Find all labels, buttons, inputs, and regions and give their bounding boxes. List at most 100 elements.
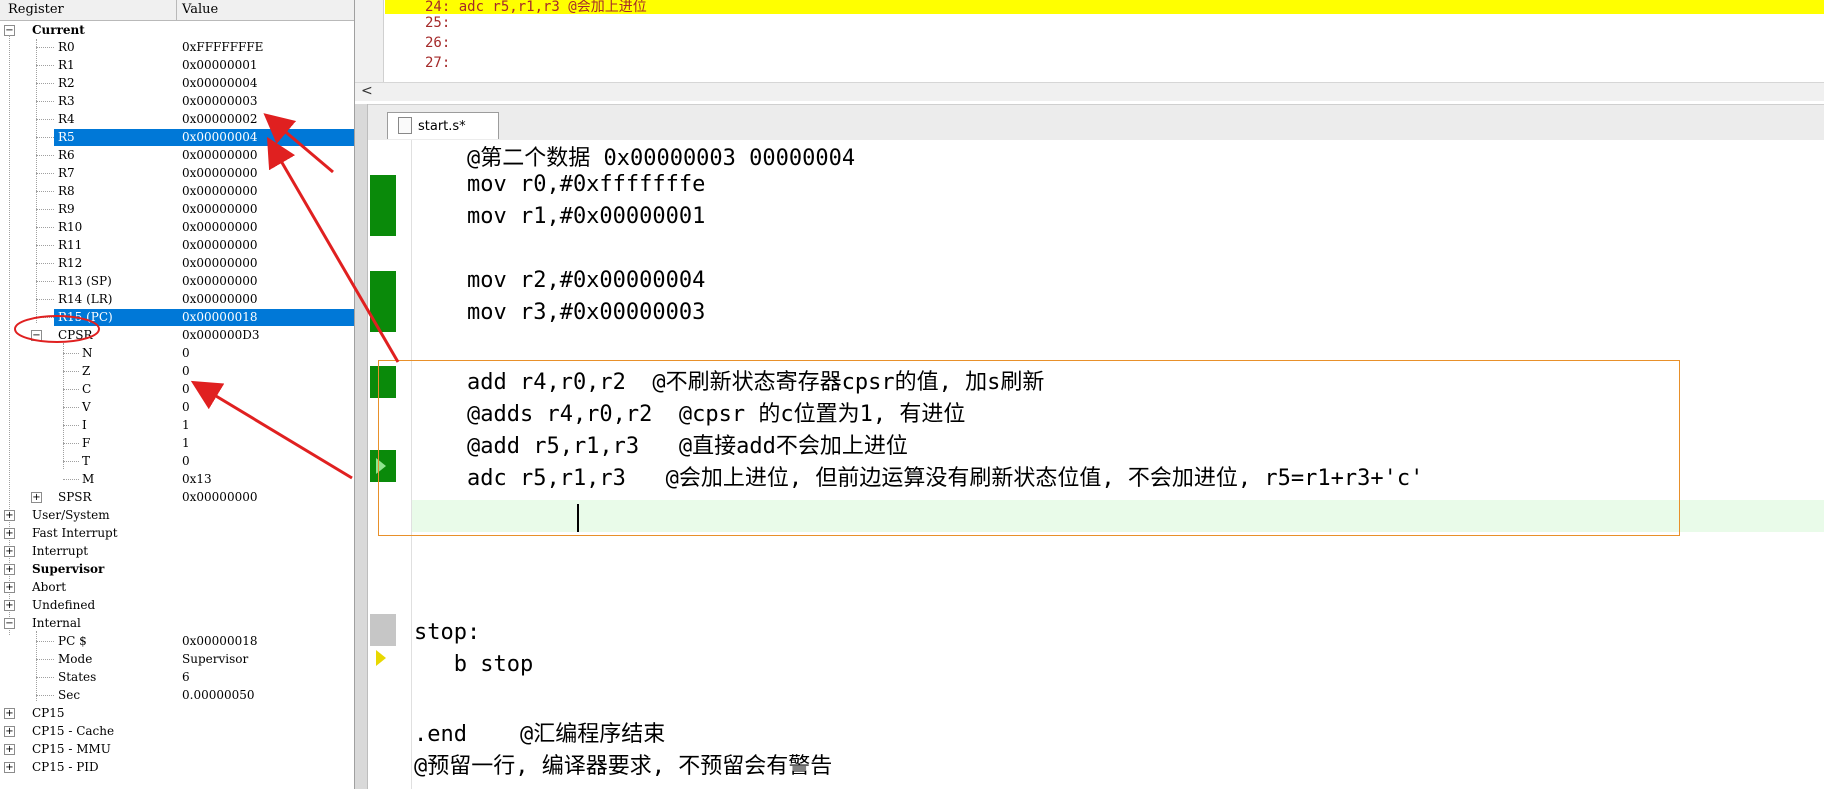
flag-value[interactable]: 0x13 (182, 472, 212, 486)
register-row-r12[interactable]: R12 0x00000000 (0, 255, 354, 272)
register-row-r6[interactable]: R6 0x00000000 (0, 147, 354, 164)
register-value[interactable]: 0x00000004 (182, 130, 257, 144)
tab-start-s[interactable]: start.s* (387, 112, 499, 139)
internal-value[interactable]: 0x00000018 (182, 634, 257, 648)
internal-row-pc[interactable]: PC $ 0x00000018 (0, 633, 354, 650)
register-row-cpsr[interactable]: − CPSR 0x000000D3 (0, 327, 354, 344)
collapse-icon[interactable]: − (4, 618, 15, 629)
expand-icon[interactable]: + (31, 492, 42, 503)
cpsr-flag-row-z[interactable]: Z0 (0, 363, 354, 380)
flag-value[interactable]: 1 (182, 436, 190, 450)
register-row-r0[interactable]: R0 0xFFFFFFFE (0, 39, 354, 56)
register-value[interactable]: 0x00000003 (182, 94, 257, 108)
tree-node-cp15-cache[interactable]: + CP15 - Cache (0, 723, 354, 740)
cpsr-flag-row-m[interactable]: M 0x13 (0, 471, 354, 488)
register-value[interactable]: 0x00000000 (182, 490, 257, 504)
expand-icon[interactable]: + (4, 762, 15, 773)
tree-node-fast-interrupt[interactable]: + Fast Interrupt (0, 525, 354, 542)
register-value[interactable]: 0xFFFFFFFE (182, 40, 263, 54)
disassembly-line[interactable]: 26: (425, 35, 450, 51)
register-value[interactable]: 0x00000002 (182, 112, 257, 126)
tree-node-cp15-pid[interactable]: + CP15 - PID (0, 759, 354, 776)
scroll-left-icon[interactable]: < (361, 83, 373, 99)
register-value[interactable]: 0x00000018 (182, 310, 257, 324)
horizontal-scrollbar[interactable]: < (355, 82, 1824, 101)
register-value[interactable]: 0x00000004 (182, 76, 257, 90)
cpsr-flag-row-t[interactable]: T0 (0, 453, 354, 470)
disassembly-line[interactable]: 24: adc r5,r1,r3 @会加上进位 (425, 0, 647, 16)
register-row-r7[interactable]: R7 0x00000000 (0, 165, 354, 182)
flag-value[interactable]: 0 (182, 346, 190, 360)
internal-value[interactable]: Supervisor (182, 652, 248, 666)
register-value[interactable]: 0x00000000 (182, 256, 257, 270)
register-column-header[interactable]: Register (8, 2, 64, 17)
disassembly-line[interactable]: 27: (425, 55, 450, 71)
expand-icon[interactable]: + (4, 546, 15, 557)
internal-row-sec[interactable]: Sec 0.00000050 (0, 687, 354, 704)
code-line[interactable]: mov r2,#0x00000004 (414, 268, 705, 293)
code-line[interactable]: mov r1,#0x00000001 (414, 204, 705, 229)
register-row-r4[interactable]: R4 0x00000002 (0, 111, 354, 128)
expand-icon[interactable]: + (4, 582, 15, 593)
cpsr-flag-row-f[interactable]: F1 (0, 435, 354, 452)
cpsr-flag-row-n[interactable]: N0 (0, 345, 354, 362)
expand-icon[interactable]: + (4, 564, 15, 575)
flag-value[interactable]: 0 (182, 364, 190, 378)
register-row-r13[interactable]: R13 (SP) 0x00000000 (0, 273, 354, 290)
code-line[interactable]: @预留一行, 编译器要求, 不预留会有警告 (414, 748, 832, 780)
register-row-spsr[interactable]: + SPSR 0x00000000 (0, 489, 354, 506)
expand-icon[interactable]: + (4, 708, 15, 719)
register-value[interactable]: 0x00000000 (182, 184, 257, 198)
column-separator[interactable] (176, 0, 177, 20)
tree-node-cp15[interactable]: + CP15 (0, 705, 354, 722)
register-row-r3[interactable]: R3 0x00000003 (0, 93, 354, 110)
code-line[interactable]: b stop (414, 652, 533, 677)
tree-node-interrupt[interactable]: + Interrupt (0, 543, 354, 560)
register-value[interactable]: 0x00000001 (182, 58, 257, 72)
internal-row-mode[interactable]: Mode Supervisor (0, 651, 354, 668)
expand-icon[interactable]: + (4, 744, 15, 755)
register-row-r1[interactable]: R1 0x00000001 (0, 57, 354, 74)
expand-icon[interactable]: + (4, 510, 15, 521)
tree-node-supervisor[interactable]: + Supervisor (0, 561, 354, 578)
register-row-r11[interactable]: R11 0x00000000 (0, 237, 354, 254)
tree-node-user-system[interactable]: + User/System (0, 507, 354, 524)
cpsr-flag-row-v[interactable]: V0 (0, 399, 354, 416)
register-value[interactable]: 0x000000D3 (182, 328, 259, 342)
register-value[interactable]: 0x00000000 (182, 238, 257, 252)
register-row-r2[interactable]: R2 0x00000004 (0, 75, 354, 92)
tree-node-cp15-mmu[interactable]: + CP15 - MMU (0, 741, 354, 758)
expand-icon[interactable]: + (4, 528, 15, 539)
register-row-r15[interactable]: R15 (PC) 0x00000018 (0, 309, 354, 326)
code-line[interactable]: .end @汇编程序结束 (414, 716, 665, 748)
internal-value[interactable]: 6 (182, 670, 190, 684)
register-row-r5[interactable]: R5 0x00000004 (0, 129, 354, 146)
register-value[interactable]: 0x00000000 (182, 148, 257, 162)
tree-node-undefined[interactable]: + Undefined (0, 597, 354, 614)
internal-row-states[interactable]: States 6 (0, 669, 354, 686)
code-line[interactable]: stop: (414, 620, 480, 645)
code-line[interactable]: mov r3,#0x00000003 (414, 300, 705, 325)
cpsr-flag-row-c[interactable]: C0 (0, 381, 354, 398)
flag-value[interactable]: 0 (182, 382, 190, 396)
register-value[interactable]: 0x00000000 (182, 220, 257, 234)
expand-icon[interactable]: + (4, 726, 15, 737)
tree-node-current[interactable]: − Current (0, 22, 354, 39)
internal-value[interactable]: 0.00000050 (182, 688, 255, 702)
register-row-r14[interactable]: R14 (LR) 0x00000000 (0, 291, 354, 308)
register-value[interactable]: 0x00000000 (182, 274, 257, 288)
register-row-r9[interactable]: R9 0x00000000 (0, 201, 354, 218)
cpsr-flag-row-i[interactable]: I1 (0, 417, 354, 434)
flag-value[interactable]: 0 (182, 454, 190, 468)
tree-node-abort[interactable]: + Abort (0, 579, 354, 596)
code-line[interactable]: @第二个数据 0x00000003 00000004 (414, 140, 855, 172)
register-row-r8[interactable]: R8 0x00000000 (0, 183, 354, 200)
flag-value[interactable]: 0 (182, 400, 190, 414)
collapse-icon[interactable]: − (31, 330, 42, 341)
value-column-header[interactable]: Value (182, 2, 218, 17)
register-value[interactable]: 0x00000000 (182, 166, 257, 180)
register-value[interactable]: 0x00000000 (182, 292, 257, 306)
expand-icon[interactable]: + (4, 600, 15, 611)
code-line[interactable]: mov r0,#0xfffffffe (414, 172, 705, 197)
flag-value[interactable]: 1 (182, 418, 190, 432)
